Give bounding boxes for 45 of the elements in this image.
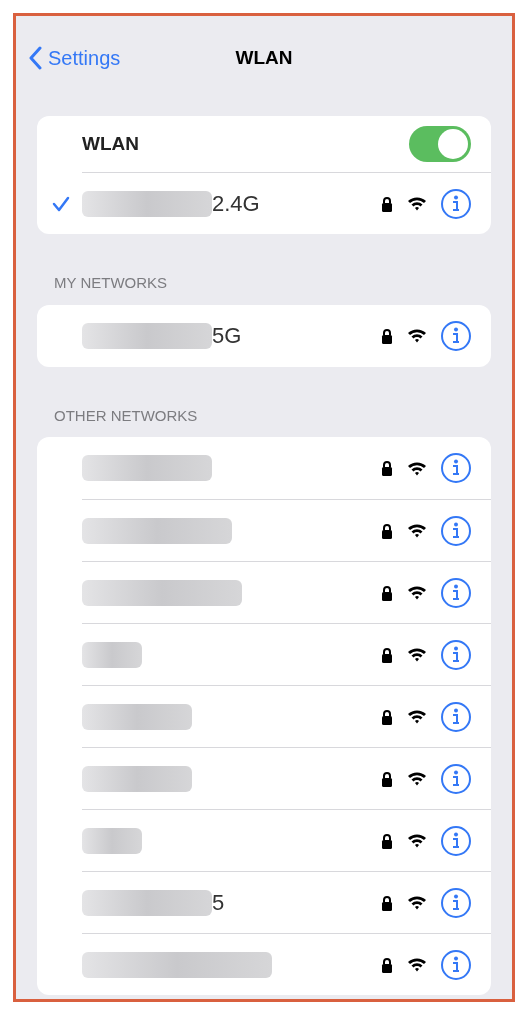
nav-title: WLAN (235, 45, 293, 70)
network-name: 2.4G (212, 190, 260, 218)
info-button[interactable] (441, 825, 471, 856)
network-row[interactable]: 5 (82, 871, 491, 933)
info-icon (451, 831, 461, 850)
info-button[interactable] (441, 577, 471, 608)
network-row[interactable]: 2.4G (82, 172, 491, 234)
wifi-icon (407, 833, 427, 848)
wifi-icon (407, 585, 427, 600)
wifi-icon (407, 771, 427, 786)
info-button[interactable] (441, 188, 471, 219)
info-icon (451, 893, 461, 912)
info-icon (451, 769, 461, 788)
wifi-icon (407, 709, 427, 724)
wlan-label: WLAN (82, 131, 139, 156)
info-button[interactable] (441, 701, 471, 732)
info-icon (451, 583, 461, 602)
info-icon (451, 521, 461, 540)
info-icon (451, 955, 461, 974)
info-icon (451, 645, 461, 664)
info-button[interactable] (441, 639, 471, 670)
info-button[interactable] (441, 515, 471, 546)
info-button[interactable] (441, 949, 471, 980)
wifi-icon (407, 895, 427, 910)
info-button[interactable] (441, 887, 471, 918)
wifi-icon (407, 460, 427, 476)
wlan-toggle[interactable] (409, 126, 471, 162)
info-button[interactable] (441, 453, 471, 483)
info-icon (451, 194, 461, 213)
wifi-icon (407, 328, 427, 343)
info-icon (451, 459, 461, 477)
section-header: MY NETWORKS (53, 273, 169, 293)
info-button[interactable] (441, 320, 471, 351)
wifi-icon (407, 523, 427, 538)
section-header: OTHER NETWORKS (53, 405, 199, 426)
wifi-icon (407, 196, 427, 211)
info-icon (451, 326, 461, 345)
back-icon (28, 46, 42, 70)
info-icon (451, 707, 461, 726)
network-name: 5 (212, 889, 225, 917)
wifi-icon (407, 647, 427, 662)
wifi-icon (407, 957, 427, 972)
network-name: 5G (212, 322, 242, 350)
network-row[interactable]: 5G (82, 304, 491, 367)
info-button[interactable] (441, 763, 471, 794)
